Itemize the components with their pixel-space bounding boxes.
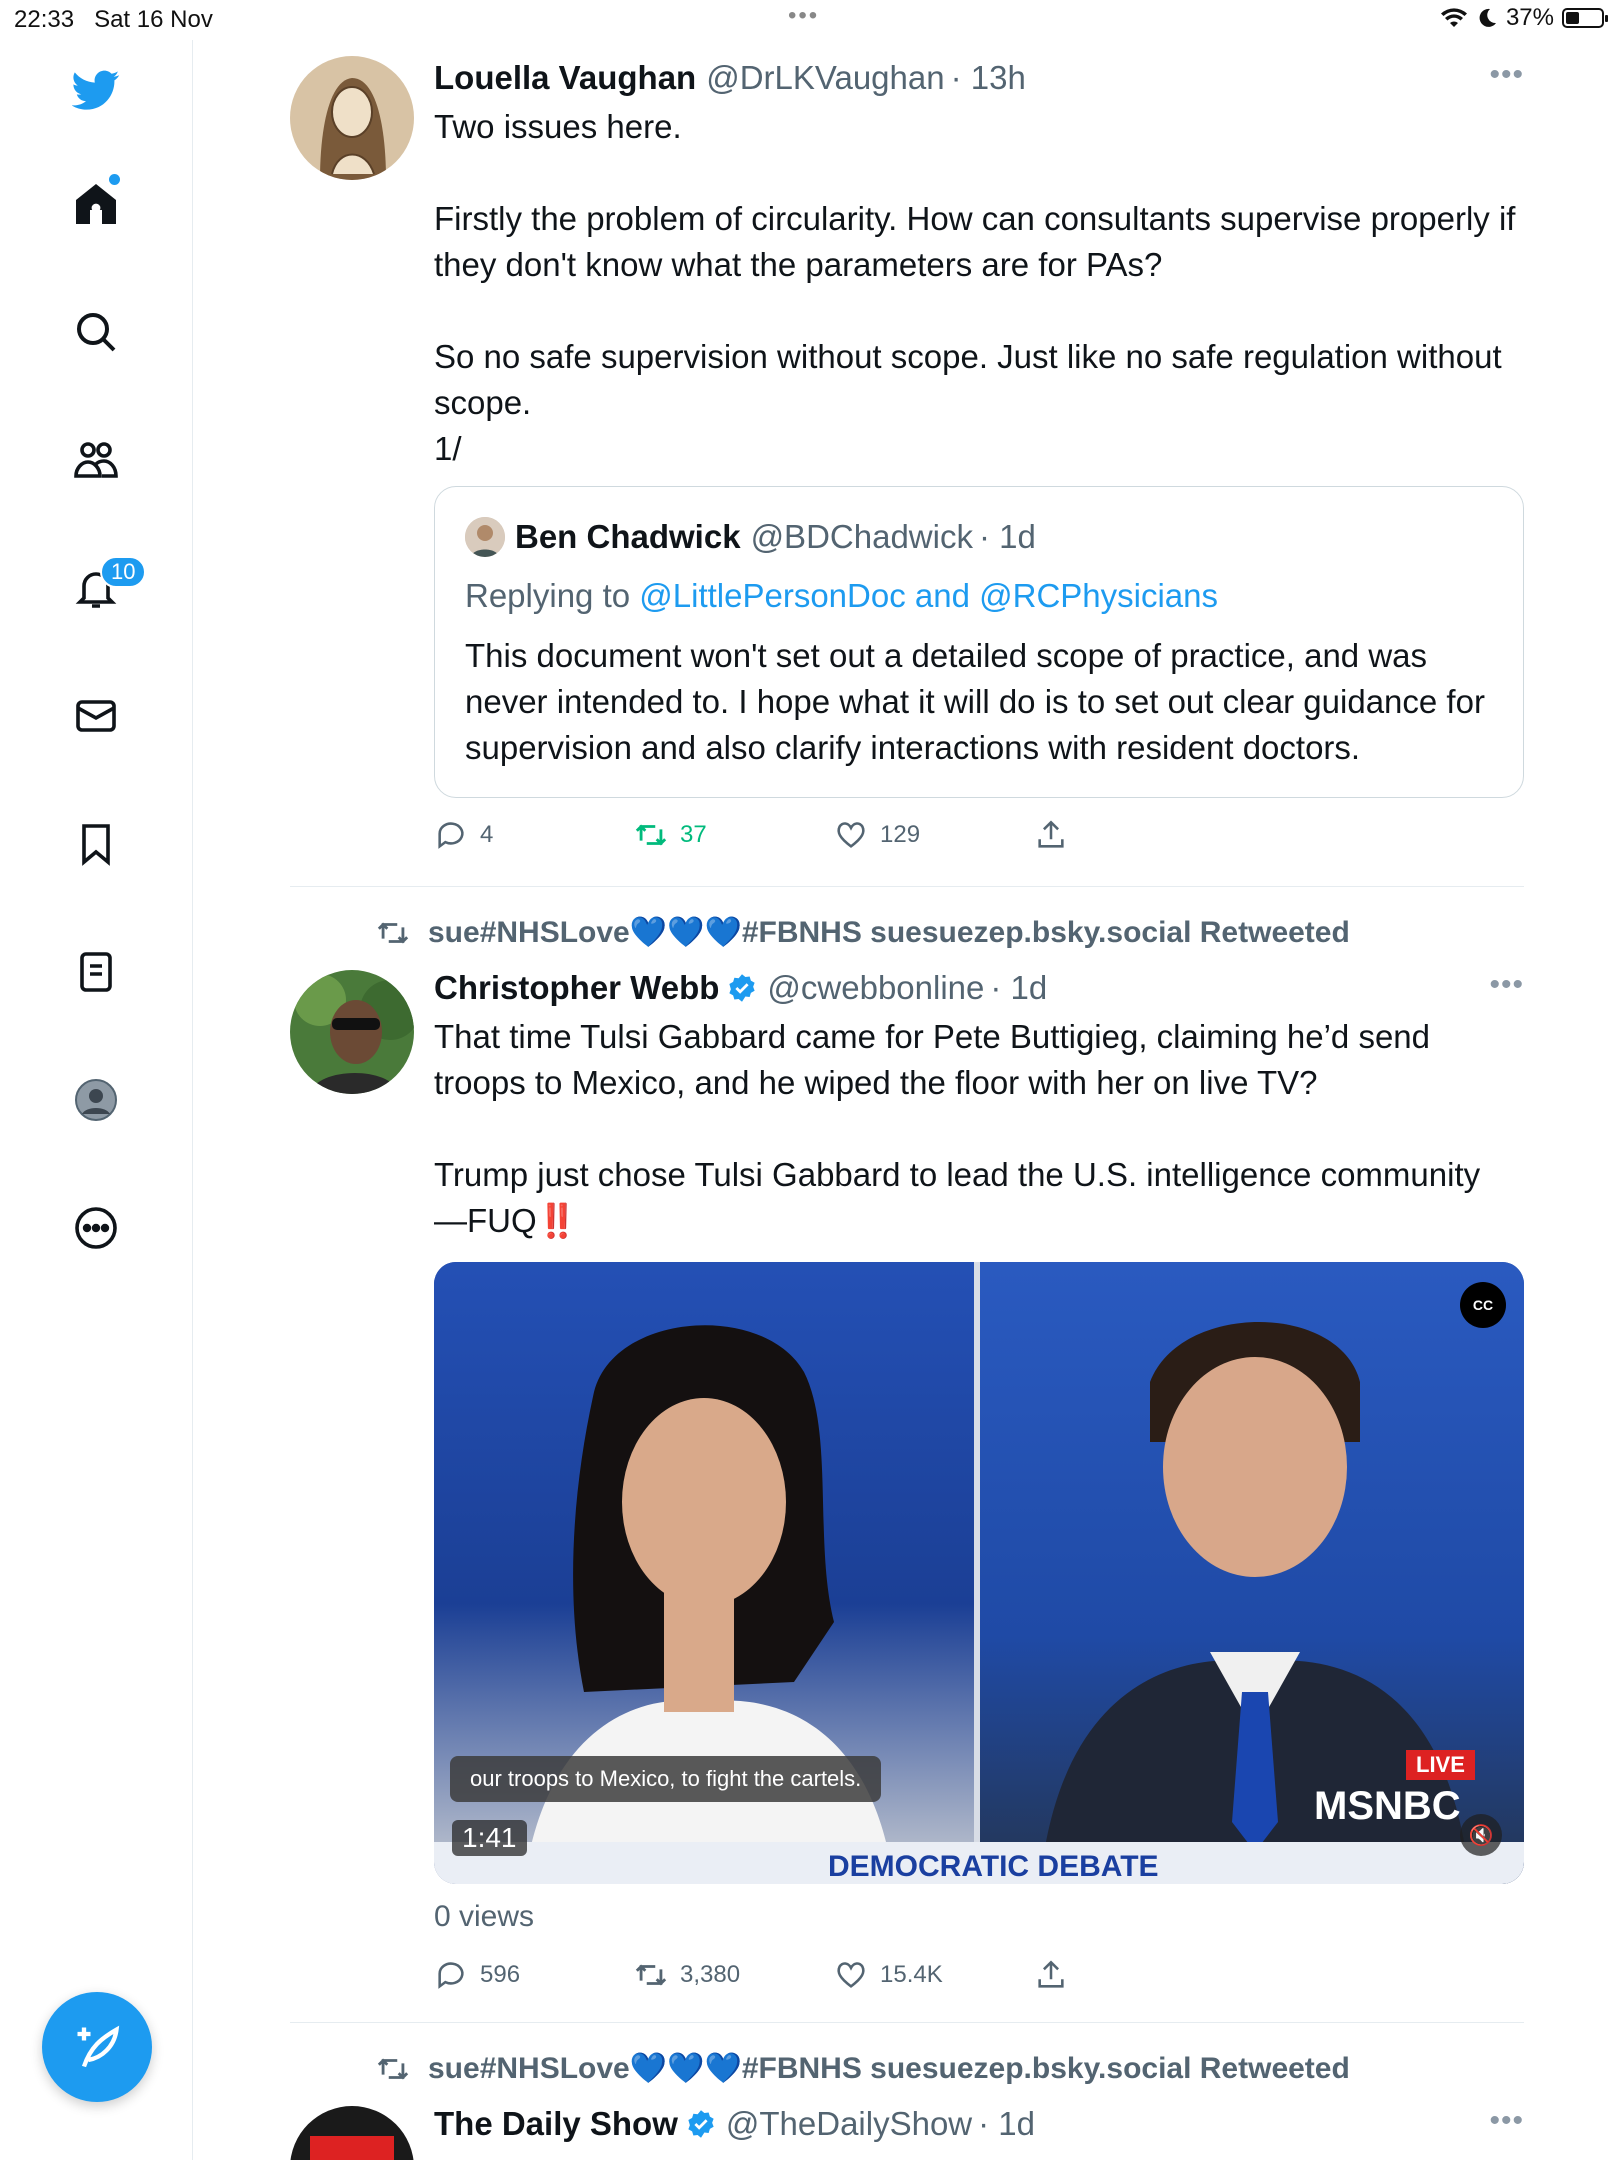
- bookmarks-icon[interactable]: [56, 804, 136, 884]
- avatar[interactable]: [290, 970, 414, 1094]
- like-button[interactable]: 129: [834, 818, 1034, 852]
- retweeted-by-line[interactable]: sue#NHSLove💙💙💙#FBNHS suesuezep.bsky.soci…: [376, 915, 1350, 950]
- battery-icon: [1562, 8, 1608, 28]
- reply-button[interactable]: 4: [434, 818, 634, 852]
- retweet-count: 3,380: [680, 1961, 741, 1988]
- author-name: Ben Chadwick: [515, 518, 741, 555]
- author-name[interactable]: The Daily Show: [434, 2105, 678, 2143]
- author-handle: @BDChadwick: [750, 518, 973, 555]
- tweet-actions: 4 37 129: [434, 818, 1068, 852]
- like-button[interactable]: 15.4K: [834, 1958, 1034, 1992]
- reply-button[interactable]: 596: [434, 1958, 634, 1992]
- quoted-tweet[interactable]: Ben Chadwick @BDChadwick · 1d Replying t…: [434, 486, 1524, 798]
- retweeted-by-text: sue#NHSLove💙💙💙#FBNHS suesuezep.bsky.soci…: [428, 2052, 1350, 2085]
- tweet-text: That time Tulsi Gabbard came for Pete Bu…: [434, 1018, 1481, 1239]
- avatar: [465, 517, 505, 557]
- retweet-count: 37: [680, 821, 707, 848]
- share-icon: [1038, 820, 1064, 848]
- retweet-icon: [377, 921, 409, 944]
- quoted-tweet-text: This document won't set out a detailed s…: [465, 637, 1485, 766]
- network-logo: MSNBC: [1314, 1784, 1461, 1828]
- compose-feather-icon: [77, 2025, 120, 2068]
- avatar[interactable]: [290, 56, 414, 180]
- tweet-header: Christopher Webb @cwebbonline · 1d: [434, 966, 1524, 1010]
- search-icon[interactable]: [56, 292, 136, 372]
- status-indicators: 37%: [1440, 4, 1608, 32]
- video-banner-text: DEMOCRATIC DEBATE: [828, 1850, 1159, 1883]
- share-button[interactable]: [1034, 818, 1068, 852]
- retweet-button[interactable]: 37: [634, 818, 834, 852]
- battery-percent: 37%: [1505, 4, 1554, 31]
- more-options-icon[interactable]: [56, 1188, 136, 1268]
- reply-count: 596: [480, 1961, 521, 1988]
- twitter-logo-icon[interactable]: [56, 50, 136, 130]
- sidebar-nav: 10: [0, 40, 193, 2160]
- retweet-icon: [635, 1964, 667, 1986]
- communities-icon[interactable]: [56, 420, 136, 500]
- quoted-tweet-header: Ben Chadwick @BDChadwick · 1d: [465, 517, 1036, 557]
- avatar[interactable]: [290, 2106, 414, 2160]
- tweet-actions: 596 3,380 15.4K: [434, 1958, 1068, 1992]
- heart-icon: [837, 1962, 865, 1988]
- share-button[interactable]: [1034, 1958, 1068, 1992]
- home-icon[interactable]: [56, 164, 136, 244]
- view-count: 0 views: [434, 1900, 535, 1933]
- messages-envelope-icon[interactable]: [56, 676, 136, 756]
- replying-to: Replying to @LittlePersonDoc and @RCPhys…: [465, 577, 1219, 614]
- notifications-bell-icon[interactable]: 10: [56, 548, 147, 628]
- reply-count: 4: [480, 821, 494, 848]
- lists-icon[interactable]: [56, 932, 136, 1012]
- status-bar: 22:33 Sat 16 Nov ••• 37%: [0, 0, 1620, 40]
- live-badge: LIVE: [1406, 1750, 1475, 1780]
- author-handle[interactable]: @TheDailyShow: [726, 2105, 972, 2143]
- more-icon[interactable]: •••: [1489, 58, 1524, 92]
- tweet-header: The Daily Show @TheDailyShow · 1d: [434, 2102, 1524, 2146]
- reply-icon: [438, 1962, 464, 1989]
- retweet-icon: [635, 824, 667, 846]
- tweet-text: Two issues here. Firstly the problem of …: [434, 108, 1516, 467]
- heart-icon: [837, 822, 865, 848]
- verified-badge-icon: [729, 974, 756, 1002]
- video-player[interactable]: DEMOCRATIC DEBATE our troops to Mexico, …: [434, 1262, 1524, 1884]
- verified-badge-icon: [688, 2110, 714, 2138]
- author-handle[interactable]: @cwebbonline: [767, 969, 984, 1007]
- multitasking-dots[interactable]: •••: [788, 2, 819, 30]
- author-name[interactable]: Louella Vaughan: [434, 59, 696, 97]
- wifi-icon: [1440, 8, 1467, 27]
- retweet-icon: [377, 2057, 409, 2080]
- home-unread-dot: [109, 174, 120, 185]
- notification-count-badge: 10: [100, 556, 147, 588]
- author-handle[interactable]: @DrLKVaughan: [706, 59, 944, 97]
- profile-avatar-icon[interactable]: [56, 1060, 136, 1140]
- moon-icon: [1479, 8, 1496, 27]
- retweeted-by-line[interactable]: sue#NHSLove💙💙💙#FBNHS suesuezep.bsky.soci…: [376, 2051, 1350, 2086]
- reply-icon: [438, 822, 464, 849]
- status-time-date: 22:33 Sat 16 Nov: [14, 6, 213, 33]
- video-duration: 1:41: [452, 1820, 527, 1856]
- tweet-time[interactable]: · 1d: [978, 2105, 1035, 2143]
- replying-to-link[interactable]: @LittlePersonDoc and @RCPhysicians: [639, 577, 1218, 614]
- compose-tweet-button[interactable]: [42, 1992, 152, 2102]
- author-name[interactable]: Christopher Webb: [434, 969, 719, 1007]
- tweet-time[interactable]: · 13h: [951, 59, 1026, 97]
- closed-captions-button[interactable]: CC: [1460, 1282, 1506, 1328]
- double-exclamation-emoji: ‼️: [536, 1202, 578, 1239]
- like-count: 15.4K: [880, 1961, 943, 1988]
- tweet-divider: [290, 886, 1524, 887]
- tweet-time: · 1d: [978, 518, 1036, 555]
- video-caption: our troops to Mexico, to fight the carte…: [450, 1756, 882, 1802]
- tweet-time[interactable]: · 1d: [990, 969, 1047, 1007]
- more-icon[interactable]: •••: [1489, 968, 1524, 1002]
- like-count: 129: [880, 821, 921, 848]
- share-icon: [1038, 1960, 1064, 1988]
- retweet-button[interactable]: 3,380: [634, 1958, 834, 1992]
- tweet-divider: [290, 2022, 1524, 2023]
- retweeted-by-text: sue#NHSLove💙💙💙#FBNHS suesuezep.bsky.soci…: [428, 916, 1350, 949]
- more-icon[interactable]: •••: [1489, 2104, 1524, 2138]
- tweet-header: Louella Vaughan @DrLKVaughan · 13h: [434, 56, 1524, 100]
- mute-icon[interactable]: 🔇: [1460, 1814, 1502, 1856]
